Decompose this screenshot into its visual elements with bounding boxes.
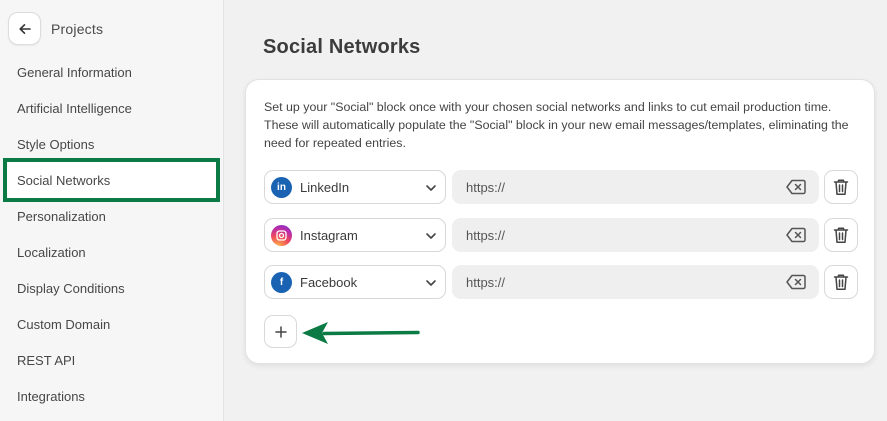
back-button[interactable] [8, 12, 41, 45]
clear-input-icon[interactable] [786, 274, 806, 290]
page-title: Social Networks [263, 36, 421, 58]
sidebar: Projects General Information Artificial … [0, 0, 224, 421]
sidebar-item-display-conditions[interactable]: Display Conditions [0, 270, 224, 306]
sidebar-item-label: Artificial Intelligence [17, 100, 132, 116]
trash-icon [833, 227, 849, 244]
network-row: in LinkedIn [264, 170, 858, 204]
sidebar-item-style-options[interactable]: Style Options [0, 126, 224, 162]
delete-button[interactable] [824, 170, 858, 204]
sidebar-item-label: Style Options [17, 136, 95, 152]
delete-button[interactable] [824, 218, 858, 252]
chevron-down-icon [426, 233, 436, 239]
sidebar-item-localization[interactable]: Localization [0, 234, 224, 270]
network-select-label: LinkedIn [300, 179, 350, 195]
sidebar-item-custom-domain[interactable]: Custom Domain [0, 306, 224, 342]
instagram-icon [271, 224, 292, 246]
sidebar-item-label: Personalization [17, 208, 106, 224]
sidebar-item-label: REST API [17, 352, 76, 368]
url-input[interactable] [452, 170, 819, 204]
delete-button[interactable] [824, 265, 858, 299]
sidebar-item-rest-api[interactable]: REST API [0, 342, 224, 378]
network-row: Instagram [264, 218, 858, 252]
url-input[interactable] [452, 265, 819, 299]
chevron-down-icon [426, 280, 436, 286]
trash-icon [833, 274, 849, 291]
sidebar-nav: General Information Artificial Intellige… [0, 54, 224, 414]
url-input[interactable] [452, 218, 819, 252]
clear-input-icon[interactable] [786, 227, 806, 243]
sidebar-item-personalization[interactable]: Personalization [0, 198, 224, 234]
network-select[interactable]: Instagram [264, 218, 446, 252]
arrow-left-icon [18, 23, 31, 34]
sidebar-header: Projects [8, 12, 103, 45]
clear-input-icon[interactable] [786, 179, 806, 195]
annotation-arrow-icon [302, 322, 420, 344]
sidebar-item-integrations[interactable]: Integrations [0, 378, 224, 414]
sidebar-item-label: Localization [17, 244, 86, 260]
network-select[interactable]: in LinkedIn [264, 170, 446, 204]
sidebar-item-label: Display Conditions [17, 280, 125, 296]
network-select[interactable]: f Facebook [264, 265, 446, 299]
sidebar-item-general-information[interactable]: General Information [0, 54, 224, 90]
facebook-icon: f [271, 271, 292, 293]
trash-icon [833, 179, 849, 196]
linkedin-icon: in [271, 176, 292, 198]
highlight-frame [3, 158, 220, 202]
sidebar-item-artificial-intelligence[interactable]: Artificial Intelligence [0, 90, 224, 126]
description-text: Set up your "Social" block once with you… [264, 100, 849, 150]
chevron-down-icon [426, 185, 436, 191]
network-row: f Facebook [264, 265, 858, 299]
sidebar-item-label: Custom Domain [17, 316, 111, 332]
sidebar-item-label: General Information [17, 64, 132, 80]
network-select-label: Facebook [300, 274, 358, 290]
projects-title: Projects [51, 20, 104, 37]
plus-icon [274, 325, 287, 338]
network-select-label: Instagram [300, 227, 358, 243]
sidebar-item-label: Integrations [17, 388, 85, 404]
add-network-button[interactable] [264, 315, 297, 348]
